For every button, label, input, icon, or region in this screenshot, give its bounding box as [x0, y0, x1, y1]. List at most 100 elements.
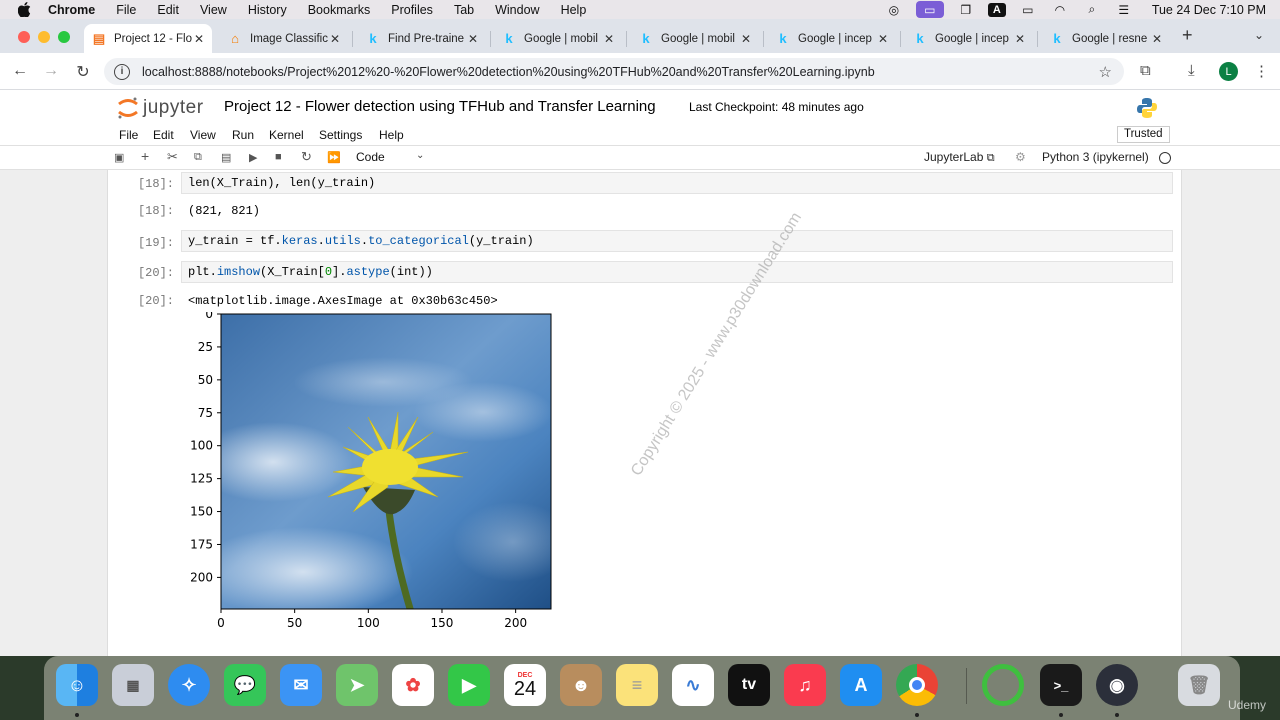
close-tab-icon[interactable]: ✕: [1015, 32, 1025, 46]
trusted-badge[interactable]: Trusted: [1117, 126, 1170, 143]
code-cell[interactable]: plt.imshow(X_Train[0].astype(int)): [181, 261, 1173, 283]
close-tab-icon[interactable]: ✕: [1152, 32, 1162, 46]
trash-icon[interactable]: 🗑: [1178, 664, 1220, 706]
tab-google-inception-2[interactable]: k Google | incep ✕: [905, 24, 1033, 53]
menubar-window[interactable]: Window: [495, 3, 539, 17]
new-tab-icon[interactable]: +: [1182, 25, 1193, 46]
tab-project-12[interactable]: ▤ Project 12 - Flo ✕: [84, 24, 212, 53]
tab-search-chevron-icon[interactable]: ⌄: [1254, 28, 1264, 42]
forward-arrow-icon[interactable]: →: [41, 62, 61, 80]
search-icon[interactable]: ⌕: [1082, 2, 1102, 17]
stop-icon[interactable]: ■: [275, 151, 282, 163]
menubar-app-name[interactable]: Chrome: [48, 3, 95, 17]
chrome-icon[interactable]: [896, 664, 938, 706]
battery-icon[interactable]: ▭: [1018, 3, 1038, 17]
tab-google-mobilenet-1[interactable]: k Google | mobil ✕: [494, 24, 622, 53]
extensions-puzzle-icon[interactable]: ⧉: [1140, 62, 1151, 79]
music-icon[interactable]: ♫: [784, 664, 826, 706]
tab-google-mobilenet-2[interactable]: k Google | mobil ✕: [631, 24, 759, 53]
activity-ring-icon[interactable]: [982, 664, 1024, 706]
facetime-icon[interactable]: ▶: [448, 664, 490, 706]
contacts-icon[interactable]: ☻: [560, 664, 602, 706]
close-tab-icon[interactable]: ✕: [741, 32, 751, 46]
minimize-window-icon[interactable]: [38, 31, 50, 43]
finder-icon[interactable]: ☺: [56, 664, 98, 706]
notes-icon[interactable]: ≡: [616, 664, 658, 706]
jmenu-help[interactable]: Help: [379, 128, 404, 142]
address-url[interactable]: localhost:8888/notebooks/Project%2012%20…: [142, 65, 875, 79]
messages-icon[interactable]: 💬: [224, 664, 266, 706]
jmenu-settings[interactable]: Settings: [319, 128, 362, 142]
calendar-icon[interactable]: DEC 24: [504, 664, 546, 706]
save-icon[interactable]: ▣: [114, 151, 124, 164]
obs-icon[interactable]: ◉: [1096, 664, 1138, 706]
freeform-icon[interactable]: ∿: [672, 664, 714, 706]
tab-google-inception-1[interactable]: k Google | incep ✕: [768, 24, 896, 53]
apple-icon[interactable]: [16, 2, 32, 18]
address-bar[interactable]: i localhost:8888/notebooks/Project%2012%…: [104, 58, 1124, 85]
jupyter-logo[interactable]: jupyter: [117, 96, 204, 120]
screen-record-icon[interactable]: ▭: [915, 1, 944, 18]
maps-icon[interactable]: ➤: [336, 664, 378, 706]
close-tab-icon[interactable]: ✕: [468, 32, 478, 46]
restart-icon[interactable]: ↻: [301, 149, 312, 165]
jmenu-file[interactable]: File: [119, 128, 138, 142]
menubar-view[interactable]: View: [200, 3, 227, 17]
jmenu-view[interactable]: View: [190, 128, 216, 142]
menubar-clock[interactable]: Tue 24 Dec 7:10 PM: [1152, 3, 1266, 17]
gear-icon[interactable]: ⚙: [1015, 150, 1026, 164]
jmenu-kernel[interactable]: Kernel: [269, 128, 304, 142]
copy-icon[interactable]: ⧉: [194, 151, 202, 164]
close-tab-icon[interactable]: ✕: [878, 32, 888, 46]
code-cell[interactable]: y_train = tf.keras.utils.to_categorical(…: [181, 230, 1173, 252]
site-info-icon[interactable]: i: [114, 63, 130, 80]
menubar-bookmarks[interactable]: Bookmarks: [308, 3, 371, 17]
window-icon[interactable]: ❐: [956, 3, 976, 17]
menubar-profiles[interactable]: Profiles: [391, 3, 433, 17]
chevron-down-icon[interactable]: ⌄: [416, 150, 424, 161]
photos-icon[interactable]: ✿: [392, 664, 434, 706]
jmenu-edit[interactable]: Edit: [153, 128, 174, 142]
menubar-tab[interactable]: Tab: [454, 3, 474, 17]
menubar-help[interactable]: Help: [561, 3, 587, 17]
kernel-name[interactable]: Python 3 (ipykernel): [1042, 150, 1149, 164]
tab-google-resnet[interactable]: k Google | resne ✕: [1042, 24, 1170, 53]
creative-cloud-icon[interactable]: ◎: [884, 3, 904, 17]
chrome-menu-icon[interactable]: ⋮: [1254, 62, 1269, 80]
cell-type-select[interactable]: Code: [356, 150, 385, 164]
zoom-window-icon[interactable]: [58, 31, 70, 43]
menubar-file[interactable]: File: [116, 3, 136, 17]
profile-avatar[interactable]: L: [1219, 62, 1238, 81]
close-tab-icon[interactable]: ✕: [330, 32, 340, 46]
tab-image-classification[interactable]: ⌂ Image Classific ✕: [220, 24, 348, 53]
menubar-edit[interactable]: Edit: [157, 3, 179, 17]
back-arrow-icon[interactable]: ←: [10, 62, 30, 80]
close-window-icon[interactable]: [18, 31, 30, 43]
jmenu-run[interactable]: Run: [232, 128, 254, 142]
control-center-icon[interactable]: ☰: [1114, 3, 1134, 17]
bookmark-star-icon[interactable]: ☆: [1099, 63, 1112, 81]
kaggle-icon: k: [369, 31, 377, 46]
download-icon[interactable]: ⤓: [1188, 62, 1195, 79]
code-cell[interactable]: len(X_Train), len(y_train): [181, 172, 1173, 194]
safari-icon[interactable]: ✧: [168, 664, 210, 706]
tab-find-pretrained[interactable]: k Find Pre-traine ✕: [358, 24, 486, 53]
close-tab-icon[interactable]: ✕: [604, 32, 614, 46]
close-tab-icon[interactable]: ✕: [194, 32, 204, 46]
menubar-history[interactable]: History: [248, 3, 287, 17]
terminal-icon[interactable]: >_: [1040, 664, 1082, 706]
reload-icon[interactable]: ↻: [73, 62, 93, 82]
run-icon[interactable]: ▶: [249, 151, 257, 164]
cut-icon[interactable]: ✂: [167, 149, 178, 165]
wifi-icon[interactable]: ◠: [1050, 3, 1070, 17]
add-cell-icon[interactable]: +: [141, 148, 149, 164]
paste-icon[interactable]: ▤: [221, 151, 231, 164]
mail-icon[interactable]: ✉: [280, 664, 322, 706]
tv-icon[interactable]: tv: [728, 664, 770, 706]
jupyterlab-link[interactable]: JupyterLab ⧉: [924, 150, 995, 165]
notebook-title[interactable]: Project 12 - Flower detection using TFHu…: [224, 98, 656, 115]
input-source-icon[interactable]: A: [987, 2, 1006, 17]
app-store-icon[interactable]: A: [840, 664, 882, 706]
launchpad-icon[interactable]: ▦: [112, 664, 154, 706]
restart-run-all-icon[interactable]: ⏩: [327, 151, 341, 164]
